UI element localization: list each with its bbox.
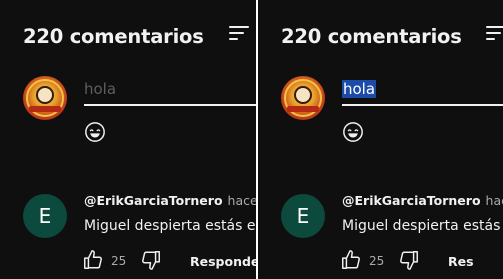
comments-count-title: 220 comentarios bbox=[23, 25, 204, 48]
thumbs-up-icon[interactable] bbox=[82, 249, 104, 271]
comment-author[interactable]: @ErikGarciaTornero bbox=[342, 193, 481, 208]
commenter-avatar-letter: E bbox=[38, 204, 52, 228]
comments-panel-left: 220 comentarios hola E @ErikGarciaTorner… bbox=[0, 0, 256, 279]
like-count: 25 bbox=[111, 254, 127, 268]
thumbs-down-icon[interactable] bbox=[140, 249, 162, 271]
comments-panel-right: 220 comentarios hola E @ErikGarciaTorner… bbox=[258, 0, 503, 279]
thumbs-up-icon[interactable] bbox=[340, 249, 362, 271]
comment-text: Miguel despierta estás bbox=[342, 218, 501, 234]
sort-icon[interactable] bbox=[486, 25, 503, 41]
thumbs-down-icon[interactable] bbox=[398, 249, 420, 271]
emoji-smile-icon[interactable] bbox=[84, 121, 106, 143]
comment-time[interactable]: hace 1 bbox=[228, 193, 256, 208]
comment-input-text: hola bbox=[84, 80, 117, 98]
channel-avatar bbox=[23, 76, 67, 120]
comment-input-selected-text: hola bbox=[342, 80, 377, 98]
comment-input[interactable]: hola bbox=[342, 80, 503, 106]
commenter-avatar[interactable]: E bbox=[281, 194, 325, 238]
comment-text: Miguel despierta estás e bbox=[84, 218, 256, 234]
comment-header: @ErikGarciaTornero hace 1 bbox=[84, 193, 256, 208]
comment-author[interactable]: @ErikGarciaTornero bbox=[84, 193, 223, 208]
commenter-avatar[interactable]: E bbox=[23, 194, 67, 238]
channel-avatar bbox=[281, 76, 325, 120]
reply-button[interactable]: Responder bbox=[190, 254, 256, 269]
emoji-smile-icon[interactable] bbox=[342, 121, 364, 143]
commenter-avatar-letter: E bbox=[296, 204, 310, 228]
comment-header: @ErikGarciaTornero hace bbox=[342, 193, 503, 208]
comment-input[interactable]: hola bbox=[84, 80, 256, 106]
sort-icon[interactable] bbox=[229, 25, 249, 41]
reply-button[interactable]: Res bbox=[448, 254, 474, 269]
comments-count-title: 220 comentarios bbox=[281, 25, 462, 48]
like-count: 25 bbox=[369, 254, 385, 268]
comment-time[interactable]: hace bbox=[486, 193, 503, 208]
